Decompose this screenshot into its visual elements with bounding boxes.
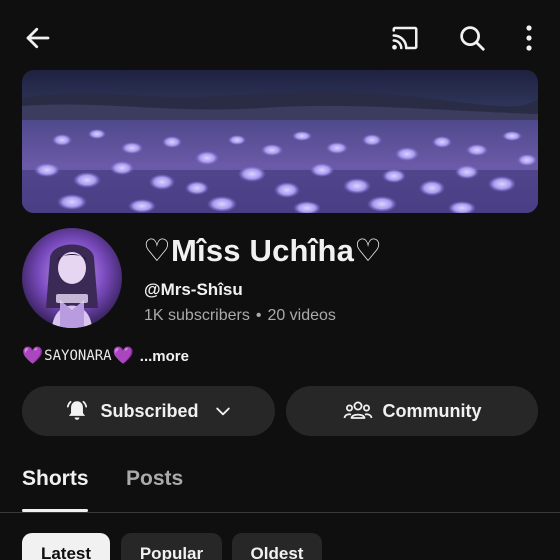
more-link[interactable]: ...more bbox=[140, 348, 189, 365]
more-options-button[interactable] bbox=[512, 18, 546, 58]
channel-avatar[interactable] bbox=[22, 228, 122, 328]
avatar-image bbox=[22, 228, 122, 328]
cast-button[interactable] bbox=[385, 18, 425, 58]
top-app-bar bbox=[0, 0, 560, 70]
arrow-left-icon bbox=[26, 27, 50, 49]
stats-separator: • bbox=[255, 307, 262, 324]
banner-image bbox=[22, 70, 538, 213]
subscribed-label: Subscribed bbox=[100, 400, 199, 421]
purple-heart-icon: 💜 bbox=[112, 346, 134, 365]
channel-name: ♡Mîss Uchîha♡ bbox=[143, 233, 383, 268]
community-icon bbox=[343, 399, 373, 423]
description-text: SAYONARA bbox=[44, 348, 112, 364]
tab-posts[interactable]: Posts bbox=[126, 467, 183, 491]
back-button[interactable] bbox=[18, 18, 58, 58]
chip-popular[interactable]: Popular bbox=[121, 533, 222, 560]
channel-page: ♡Mîss Uchîha♡ @Mrs-Shîsu 1K subscribers •… bbox=[0, 0, 560, 560]
community-label: Community bbox=[382, 400, 482, 421]
subscriber-count: 1K subscribers bbox=[144, 307, 250, 324]
chevron-down-icon bbox=[213, 401, 233, 421]
subscribed-button[interactable]: Subscribed bbox=[22, 386, 275, 436]
chip-latest[interactable]: Latest bbox=[22, 533, 110, 560]
bell-icon bbox=[64, 398, 90, 424]
active-tab-indicator bbox=[22, 509, 88, 512]
community-button[interactable]: Community bbox=[286, 386, 538, 436]
channel-stats: 1K subscribers • 20 videos bbox=[144, 307, 336, 325]
search-icon bbox=[460, 26, 485, 51]
video-count: 20 videos bbox=[267, 307, 336, 324]
channel-banner bbox=[22, 70, 538, 213]
more-vert-icon bbox=[526, 25, 532, 51]
search-button[interactable] bbox=[452, 18, 492, 58]
purple-heart-icon: 💜 bbox=[22, 346, 44, 365]
tab-shorts[interactable]: Shorts bbox=[22, 467, 89, 491]
channel-description[interactable]: 💜 SAYONARA 💜 ...more bbox=[22, 346, 189, 366]
channel-handle: @Mrs-Shîsu bbox=[144, 280, 243, 299]
channel-tabs: Shorts Posts bbox=[0, 455, 560, 513]
chip-oldest[interactable]: Oldest bbox=[232, 533, 322, 560]
cast-icon bbox=[392, 26, 418, 50]
